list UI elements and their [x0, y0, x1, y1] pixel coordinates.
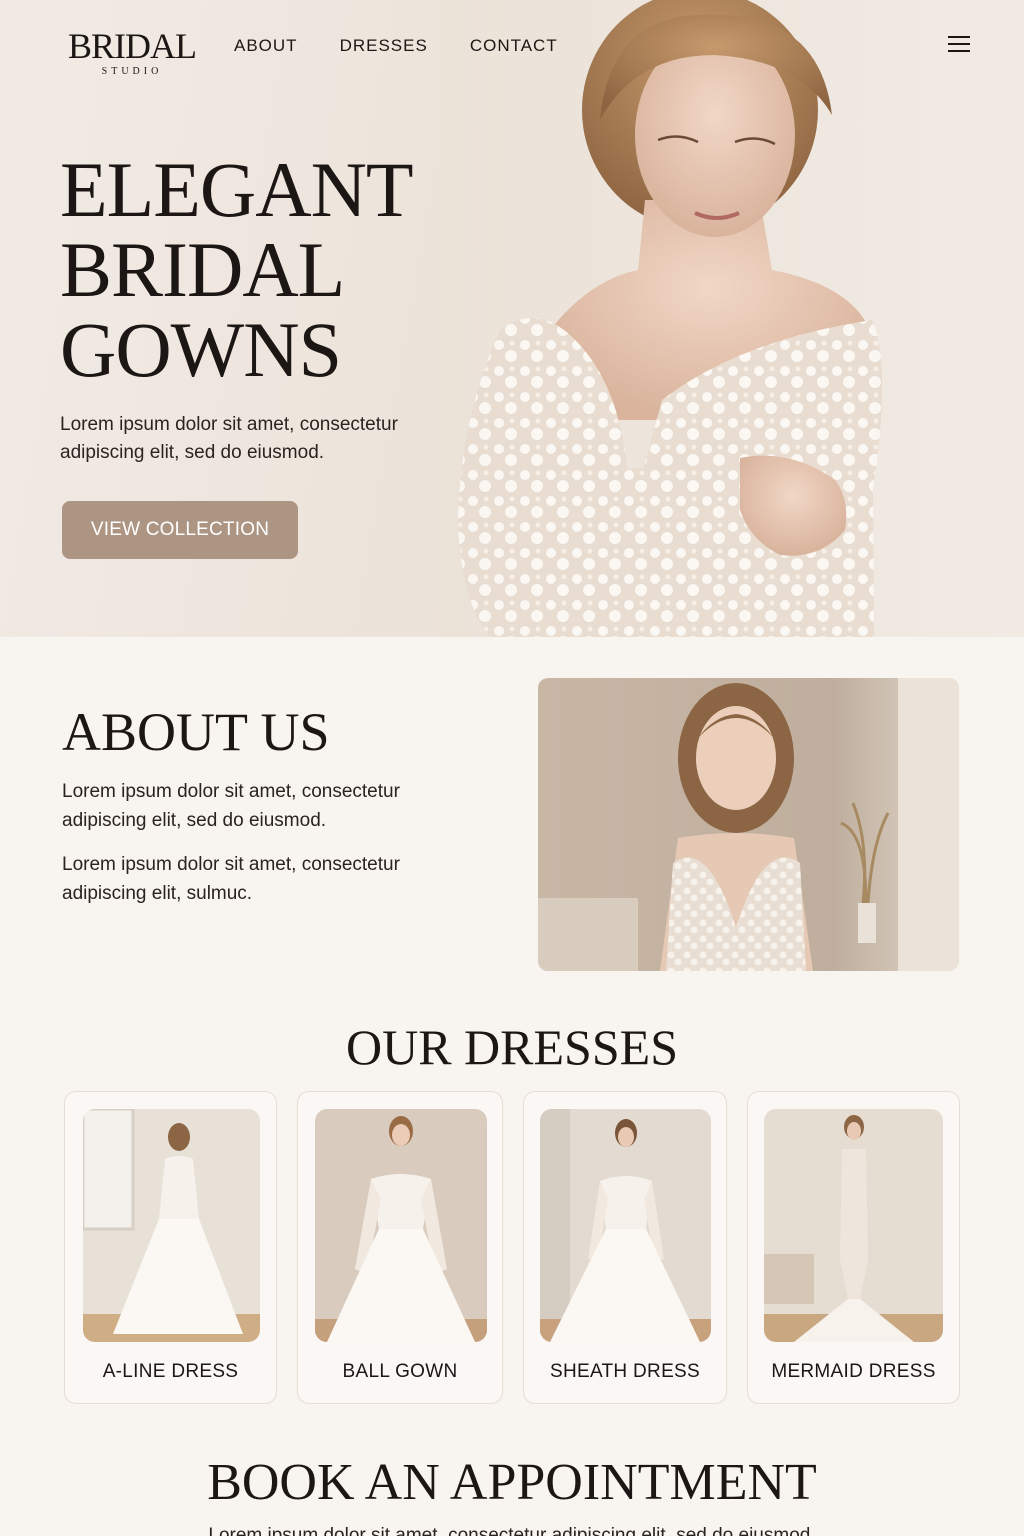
brand-name: BRIDAL	[68, 26, 197, 66]
brand-subtitle: STUDIO	[101, 66, 163, 77]
hero-title: ELEGANT BRIDAL GOWNS	[60, 150, 480, 390]
menu-bar	[948, 36, 970, 38]
dress-card[interactable]: SHEATH DRESS	[523, 1091, 727, 1404]
nav-item-contact[interactable]: CONTACT	[470, 36, 558, 56]
dress-card[interactable]: A-LINE DRESS	[64, 1091, 277, 1404]
sheath-dress-photo	[540, 1109, 711, 1342]
about-paragraph: Lorem ipsum dolor sit amet, consectetur …	[62, 854, 400, 904]
nav-item-about[interactable]: ABOUT	[234, 36, 298, 56]
hero-section: BRIDAL STUDIO ABOUT DRESSES CONTACT ELEG…	[0, 0, 1024, 637]
dress-card-label: MERMAID DRESS	[771, 1361, 936, 1382]
hero-description: Lorem ipsum dolor sit amet, consectetur …	[60, 414, 398, 463]
dresses-title: OUR DRESSES	[345, 1019, 679, 1075]
dress-card[interactable]: MERMAID DRESS	[747, 1091, 960, 1404]
menu-bar	[948, 43, 970, 45]
dress-card-label: BALL GOWN	[342, 1361, 458, 1382]
dress-card[interactable]: BALL GOWN	[297, 1091, 503, 1404]
hero-bride-photo	[440, 0, 1024, 637]
a-line-dress-photo	[83, 1109, 260, 1342]
hero-title-line: ELEGANT	[60, 146, 414, 233]
book-appointment-text: Lorem ipsum dolor sit amet, consectetur …	[208, 1525, 816, 1536]
about-title: ABOUT US	[62, 702, 330, 762]
main-nav: ABOUT DRESSES CONTACT	[234, 36, 558, 56]
mermaid-dress-photo	[764, 1109, 943, 1342]
book-appointment-title: BOOK AN APPOINTMENT	[207, 1454, 817, 1511]
dress-card-label: SHEATH DRESS	[550, 1361, 700, 1382]
about-bride-photo	[538, 678, 959, 971]
hamburger-menu-icon[interactable]	[948, 36, 970, 54]
brand-logo[interactable]: BRIDAL STUDIO	[62, 28, 202, 77]
about-paragraph: Lorem ipsum dolor sit amet, consectetur …	[62, 781, 400, 831]
dress-card-label: A-LINE DRESS	[102, 1361, 239, 1382]
ball-gown-photo	[315, 1109, 487, 1342]
menu-bar	[948, 50, 970, 52]
hero-title-line: BRIDAL	[60, 226, 345, 313]
view-collection-button[interactable]: VIEW COLLECTION	[62, 501, 298, 559]
hero-title-line: GOWNS	[60, 306, 342, 393]
nav-item-dresses[interactable]: DRESSES	[340, 36, 428, 56]
